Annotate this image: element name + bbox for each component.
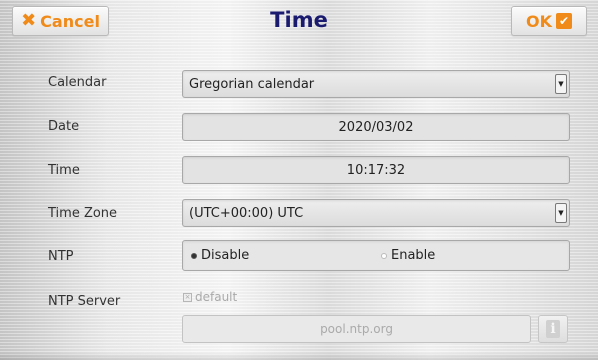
date-label: Date [48,119,80,134]
ntp-radio-group: Disable Enable [182,240,570,271]
radio-unselected-icon [381,252,387,259]
ntp-disable-radio[interactable]: Disable [191,248,249,263]
default-checkbox-label: default [195,290,238,304]
checkmark-icon: ✔ [556,13,572,29]
date-value: 2020/03/02 [338,119,414,135]
calendar-select[interactable]: Gregorian calendar ▼ [182,70,570,98]
ntp-enable-label: Enable [391,248,436,263]
info-button[interactable]: i [538,315,568,343]
ok-button[interactable]: OK ✔ [511,6,587,36]
ntp-disable-label: Disable [201,248,250,263]
default-checkbox[interactable]: × default [183,290,237,304]
ntp-server-value: pool.ntp.org [320,322,393,336]
dropdown-arrow-icon[interactable]: ▼ [555,74,567,94]
time-value: 10:17:32 [346,162,406,178]
time-label: Time [48,163,80,178]
calendar-value: Gregorian calendar [189,76,315,92]
dropdown-arrow-icon[interactable]: ▼ [555,203,567,223]
page-title: Time [270,8,328,32]
time-settings-dialog: ✖ Cancel Time OK ✔ Calendar Gregorian ca… [0,0,598,360]
ok-label: OK [526,11,552,31]
radio-selected-icon [191,252,197,259]
timezone-value: (UTC+00:00) UTC [189,205,304,221]
ntp-label: NTP [48,249,74,264]
ntp-server-label: NTP Server [48,294,121,309]
date-field[interactable]: 2020/03/02 [182,113,570,141]
timezone-label: Time Zone [48,206,118,221]
calendar-label: Calendar [48,75,107,90]
checkbox-icon: × [183,292,192,302]
ntp-enable-radio[interactable]: Enable [381,248,435,263]
timezone-select[interactable]: (UTC+00:00) UTC ▼ [182,199,570,227]
time-field[interactable]: 10:17:32 [182,156,570,184]
info-icon: i [546,320,560,338]
ntp-server-field[interactable]: pool.ntp.org [182,315,531,343]
